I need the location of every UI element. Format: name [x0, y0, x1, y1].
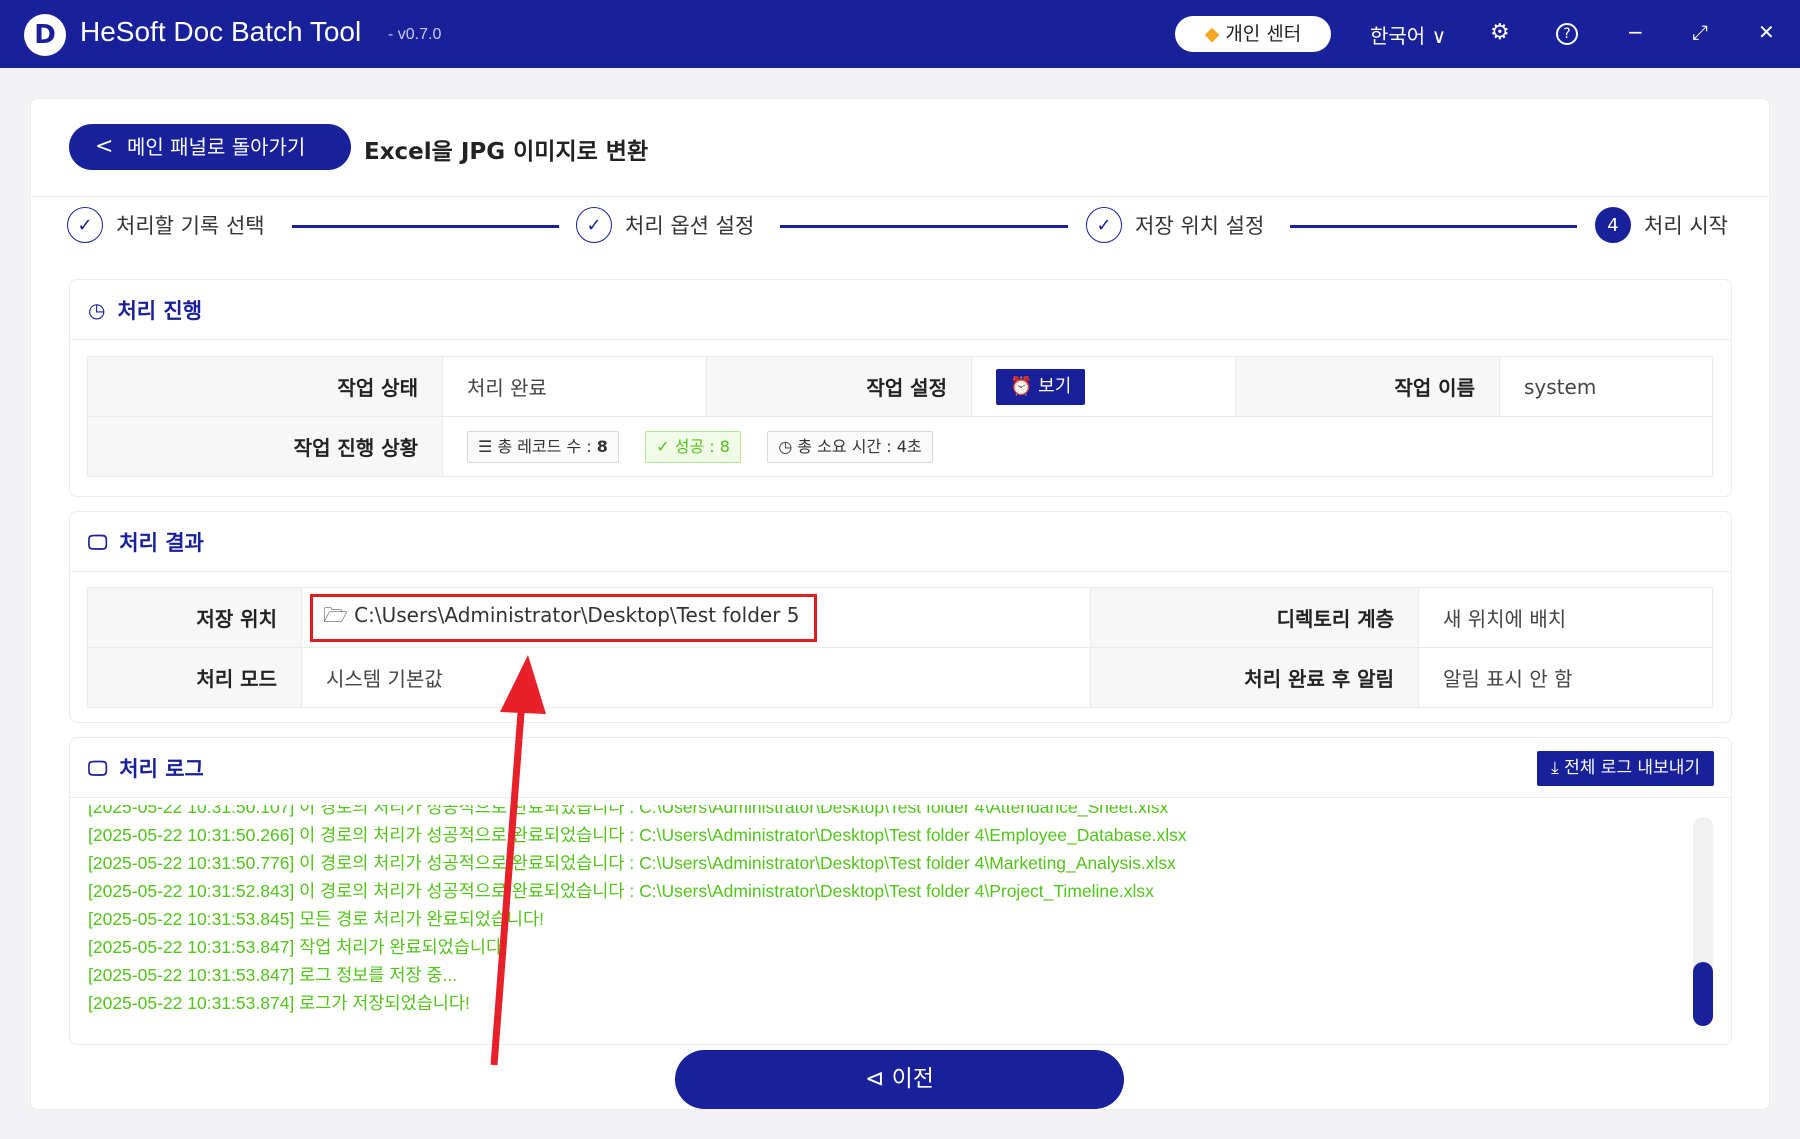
annotation-arrow: [490, 655, 546, 1066]
